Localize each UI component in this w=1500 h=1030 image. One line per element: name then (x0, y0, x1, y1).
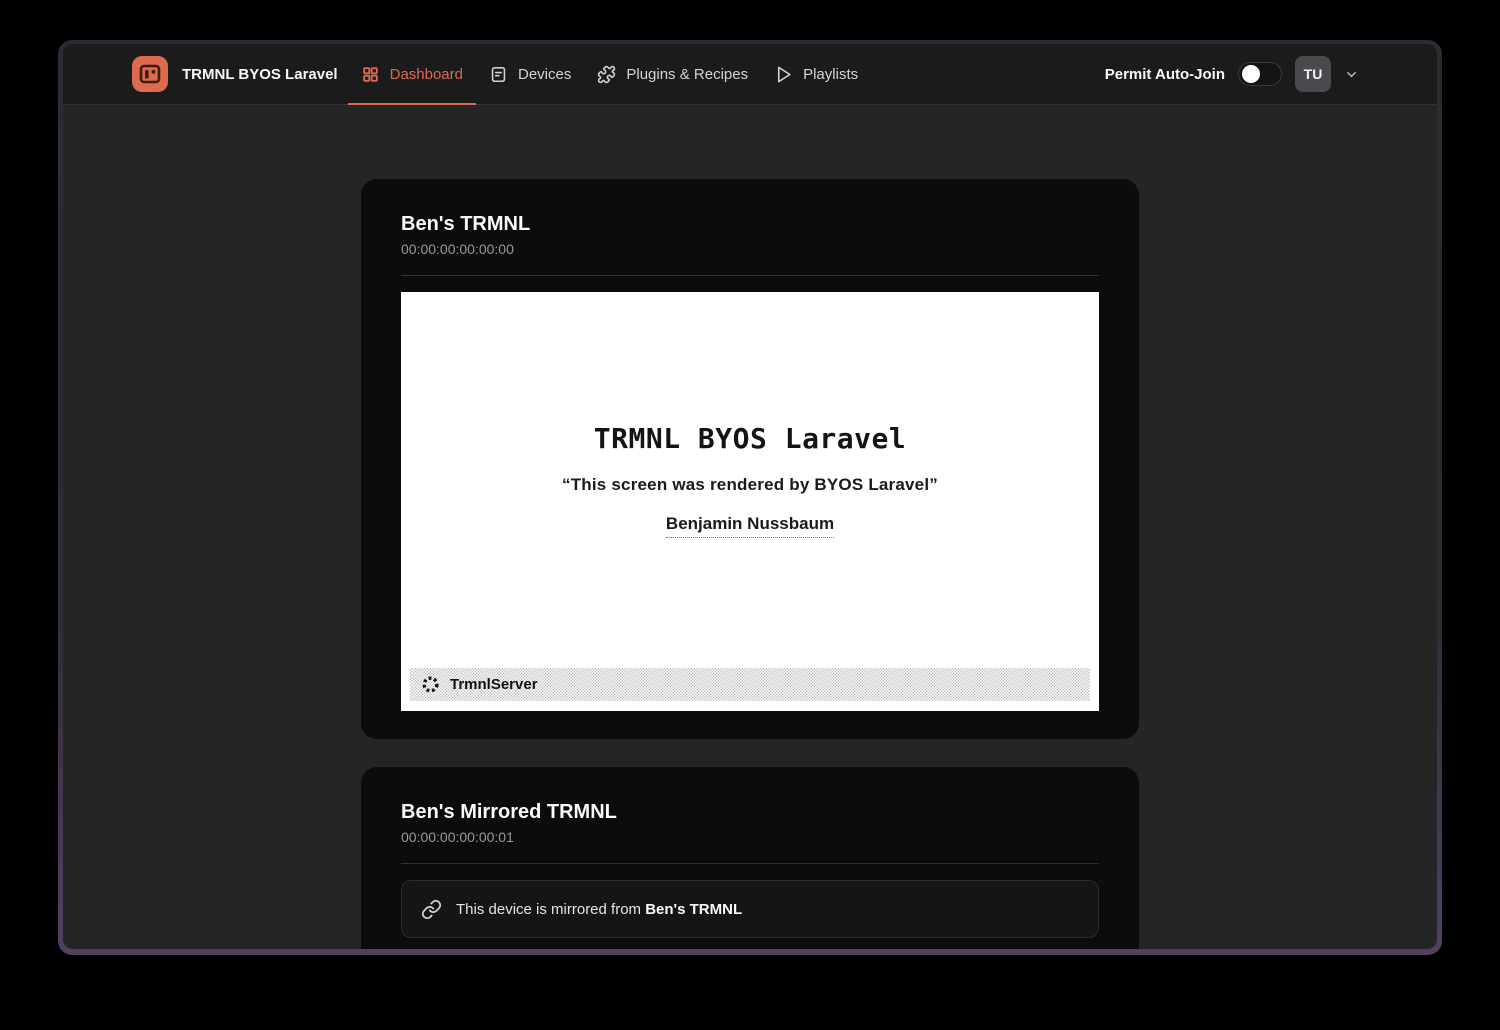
app-title: TRMNL BYOS Laravel (182, 66, 338, 83)
tab-devices[interactable]: Devices (476, 44, 584, 104)
main-content: Ben's TRMNL 00:00:00:00:00:00 TRMNL BYOS… (63, 105, 1437, 949)
user-avatar[interactable]: TU (1295, 56, 1331, 92)
device-list-icon (489, 65, 508, 84)
divider (401, 275, 1099, 276)
toggle-knob (1242, 65, 1260, 83)
tab-label: Dashboard (390, 66, 463, 83)
device-mac-address: 00:00:00:00:00:01 (401, 827, 1099, 847)
puzzle-icon (597, 65, 616, 84)
play-icon (774, 65, 793, 84)
trmnl-logo-icon (132, 56, 168, 92)
spinner-icon (421, 675, 440, 694)
tab-dashboard[interactable]: Dashboard (348, 44, 476, 104)
link-icon (421, 899, 442, 920)
app-window-frame: TRMNL BYOS Laravel Dashboard (58, 40, 1442, 955)
screen-footer-bar: TrmnlServer (410, 668, 1090, 701)
mirror-notice: This device is mirrored from Ben's TRMNL (401, 880, 1099, 938)
grid-icon (361, 65, 380, 84)
tab-label: Devices (518, 66, 571, 83)
screen-title: TRMNL BYOS Laravel (401, 292, 1099, 455)
mirror-source-device: Ben's TRMNL (645, 901, 742, 918)
screen-author: Benjamin Nussbaum (666, 514, 834, 538)
app-window: TRMNL BYOS Laravel Dashboard (63, 44, 1437, 949)
chevron-down-icon[interactable] (1344, 67, 1359, 82)
mirror-notice-text: This device is mirrored from Ben's TRMNL (456, 901, 742, 918)
permit-auto-join-label: Permit Auto-Join (1105, 66, 1225, 83)
screen-footer-label: TrmnlServer (450, 676, 538, 693)
tab-plugins-recipes[interactable]: Plugins & Recipes (584, 44, 761, 104)
screen-author-row: Benjamin Nussbaum (401, 514, 1099, 538)
navbar: TRMNL BYOS Laravel Dashboard (63, 44, 1437, 105)
device-name: Ben's Mirrored TRMNL (401, 799, 1099, 825)
tab-playlists[interactable]: Playlists (761, 44, 871, 104)
tab-label: Plugins & Recipes (626, 66, 748, 83)
mirror-notice-prefix: This device is mirrored from (456, 901, 645, 918)
device-name: Ben's TRMNL (401, 211, 1099, 237)
device-screen-preview: TRMNL BYOS Laravel “This screen was rend… (401, 292, 1099, 711)
nav-tabs: Dashboard Devices (348, 44, 872, 104)
device-card-bens-mirrored-trmnl: Ben's Mirrored TRMNL 00:00:00:00:00:01 T… (361, 767, 1139, 949)
brand: TRMNL BYOS Laravel (132, 44, 338, 104)
screen-quote: “This screen was rendered by BYOS Larave… (401, 475, 1099, 495)
navbar-right: Permit Auto-Join TU (1105, 44, 1359, 104)
device-mac-address: 00:00:00:00:00:00 (401, 239, 1099, 259)
permit-auto-join-toggle[interactable] (1238, 62, 1282, 86)
divider (401, 863, 1099, 864)
tab-label: Playlists (803, 66, 858, 83)
device-card-bens-trmnl: Ben's TRMNL 00:00:00:00:00:00 TRMNL BYOS… (361, 179, 1139, 739)
